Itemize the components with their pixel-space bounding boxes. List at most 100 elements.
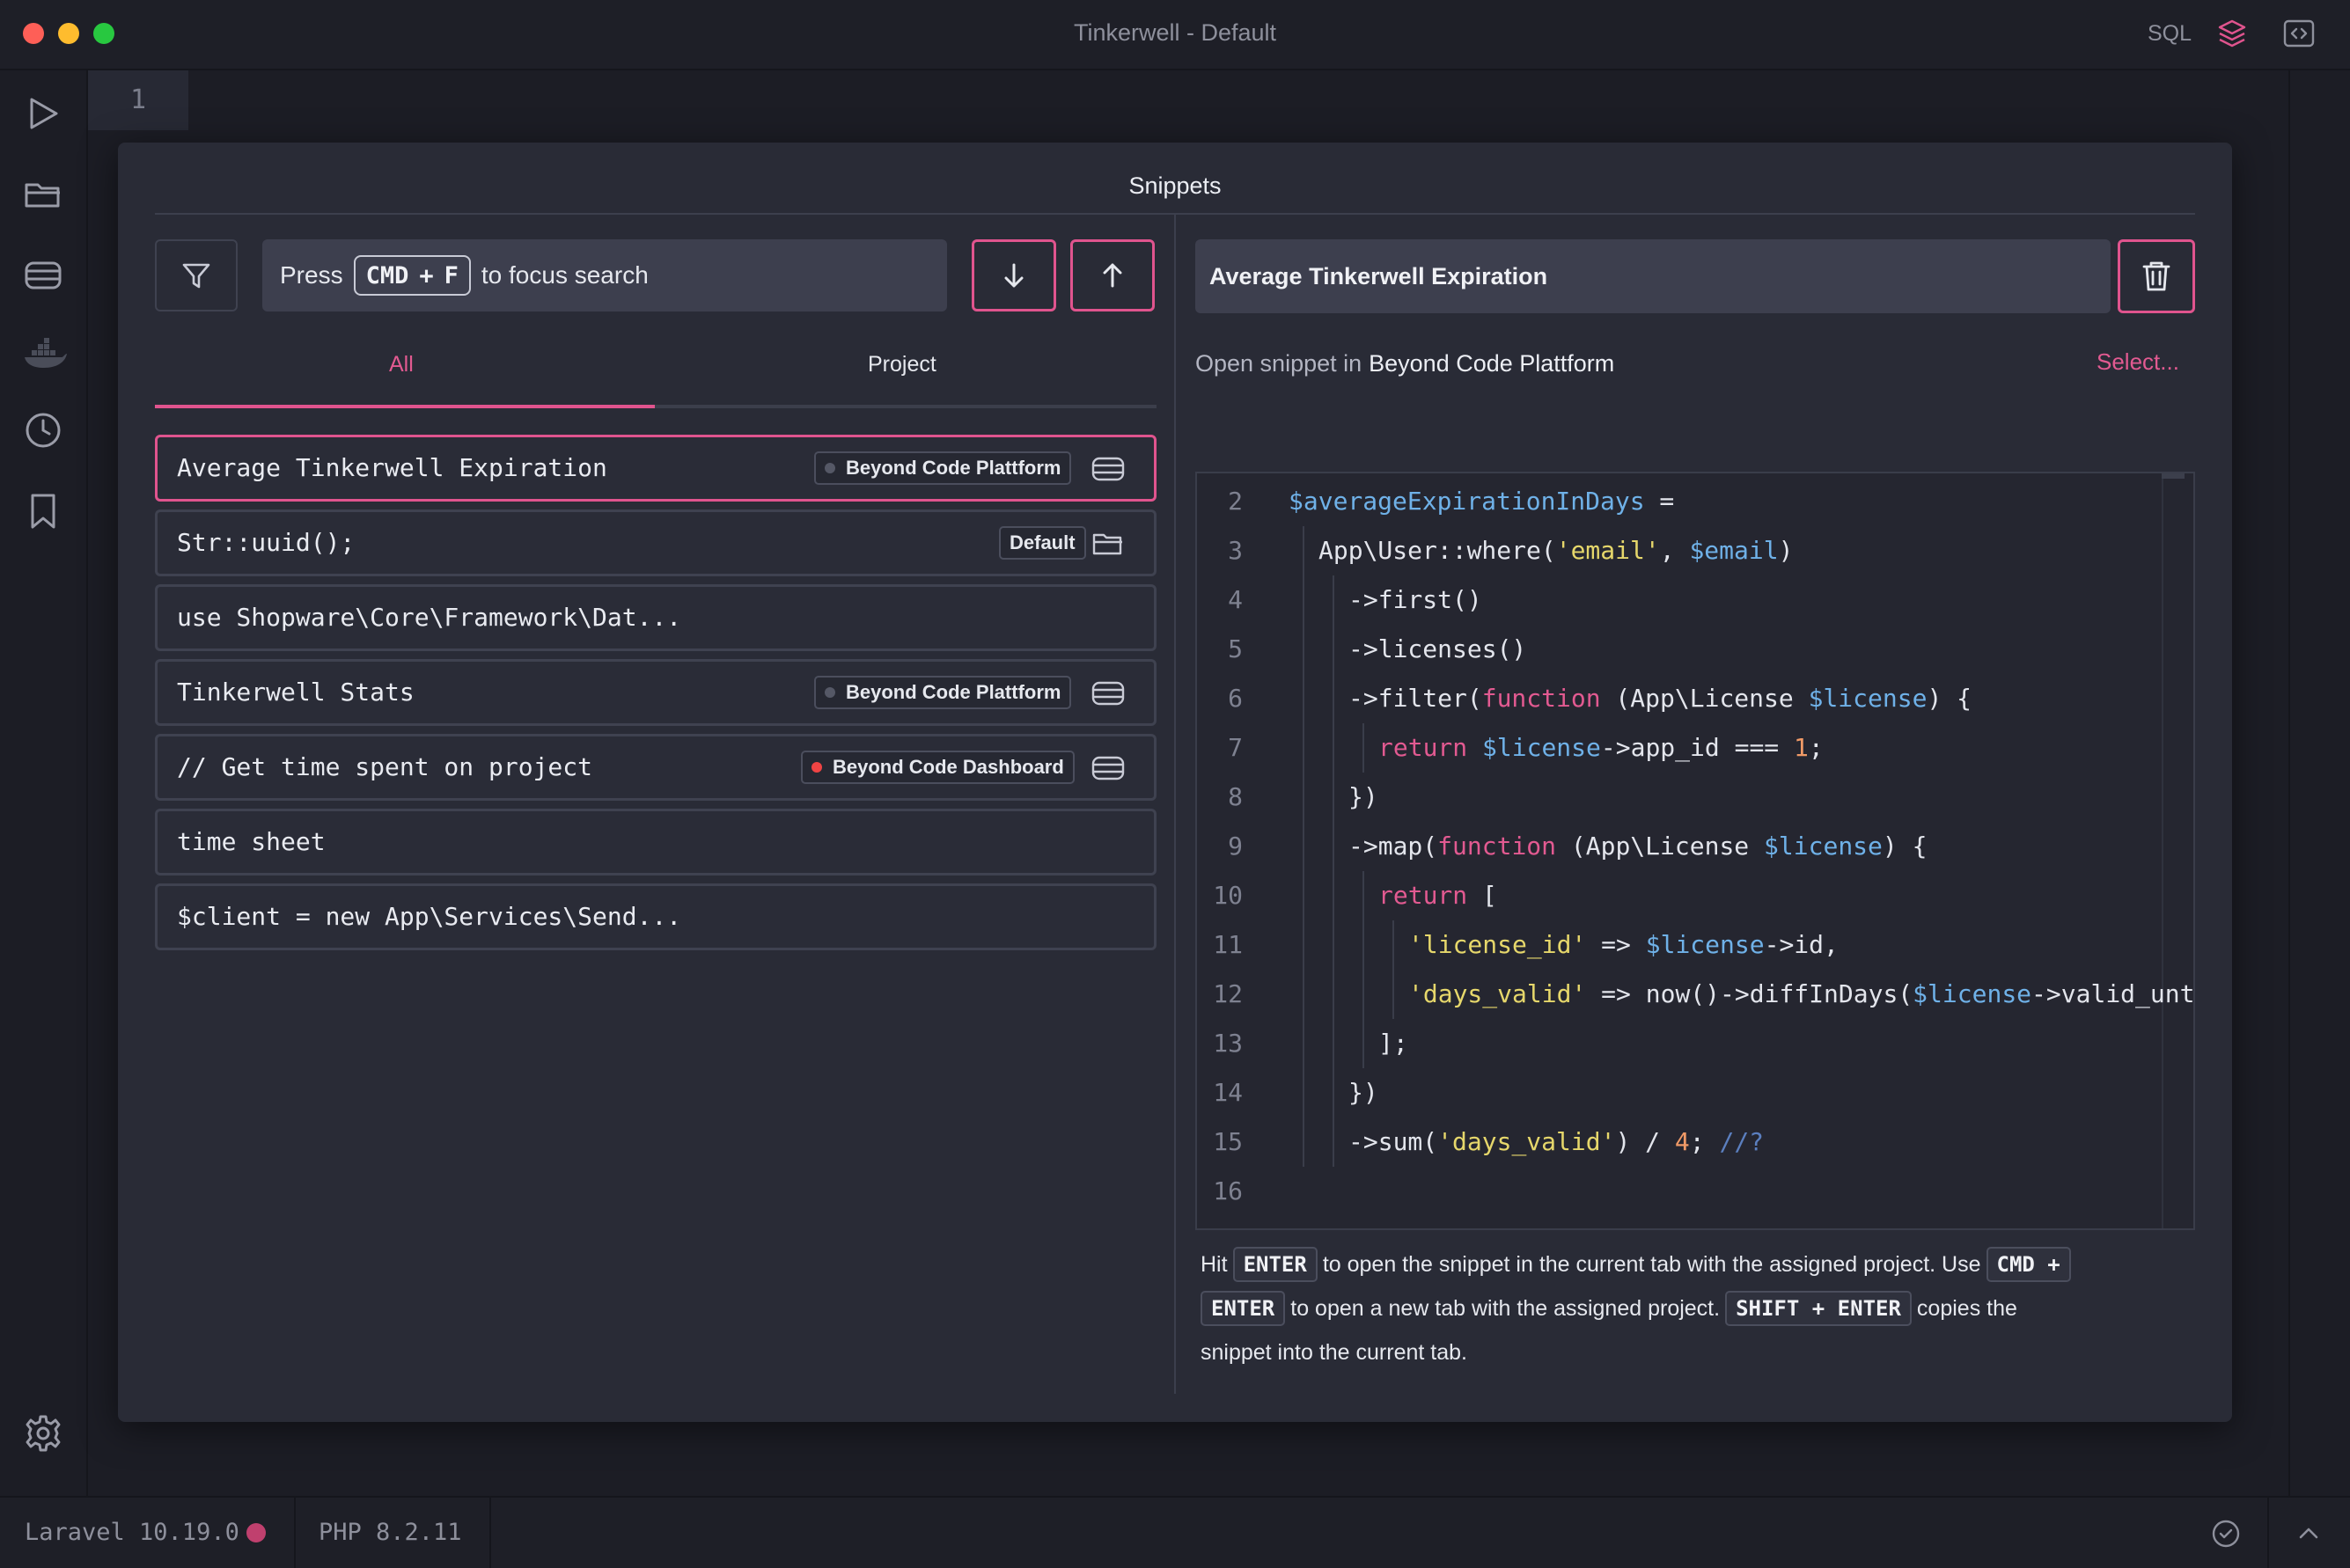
code-line[interactable]: 4 ->first() [1197, 575, 2165, 625]
indent-guide [1303, 970, 1304, 1019]
kbd-plus: + [419, 261, 434, 289]
code-view-icon[interactable] [2281, 16, 2317, 51]
code-line[interactable]: 5 ->licenses() [1197, 625, 2165, 674]
code-line[interactable]: 11 'license_id' => $license->id, [1197, 920, 2165, 970]
tab-all[interactable]: All [389, 352, 414, 377]
server-icon [1091, 676, 1126, 711]
code-line[interactable]: 3 App\User::where('email', $email) [1197, 526, 2165, 575]
filter-button[interactable] [155, 239, 238, 311]
code-token: //? [1719, 1127, 1765, 1156]
code-line[interactable]: 12 'days_valid' => now()->diffInDays($lic… [1197, 970, 2193, 1019]
code-token: (App\License [1556, 832, 1765, 861]
badge-label: Beyond Code Plattform [846, 457, 1061, 479]
code-line[interactable]: 14}) [1197, 1068, 2165, 1117]
code-token: App\User::where( [1318, 536, 1556, 565]
code-token: }) [1348, 782, 1378, 811]
code-token: (App\License [1600, 684, 1809, 713]
layers-icon[interactable] [2214, 16, 2250, 51]
snippet-item[interactable]: use Shopware\Core\Framework\Dat... [155, 584, 1157, 651]
snippet-label: // Get time spent on project [177, 752, 593, 781]
help-part4: snippet into the current tab. [1201, 1340, 1467, 1365]
code-line[interactable]: 9 ->map(function (App\License $license) { [1197, 822, 2165, 871]
code-token: ) / [1615, 1127, 1675, 1156]
tab-project[interactable]: Project [868, 352, 936, 377]
code-token: ) [1778, 536, 1794, 565]
code-line[interactable]: 2 $averageExpirationInDays = [1197, 477, 2165, 526]
code-editor[interactable]: 2 $averageExpirationInDays = 3 App\User::wh… [1195, 472, 2195, 1230]
play-icon[interactable] [23, 93, 63, 134]
snippet-label: $client = new App\Services\Send... [177, 902, 682, 931]
tab-active-indicator [155, 405, 655, 408]
move-down-button[interactable] [972, 239, 1056, 311]
snippet-item[interactable]: Str::uuid(); Default [155, 509, 1157, 576]
open-in-project: Beyond Code Plattform [1369, 350, 1615, 377]
pane-divider [1174, 215, 1176, 1394]
code-token: function [1481, 684, 1601, 713]
indent-guide [1333, 1019, 1334, 1068]
code-token: $email [1689, 536, 1779, 565]
snippet-label: Average Tinkerwell Expiration [177, 453, 607, 482]
snippet-item[interactable]: Tinkerwell Stats Beyond Code Plattform [155, 659, 1157, 726]
line-number: 12 [1213, 979, 1243, 1008]
project-badge: Beyond Code Dashboard [801, 751, 1075, 784]
laravel-version[interactable]: Laravel 10.19.0 [25, 1498, 239, 1568]
docker-icon[interactable] [23, 333, 67, 373]
code-line[interactable]: 15 ->sum('days_valid') / 4; //? [1197, 1117, 2165, 1167]
sql-toggle[interactable]: SQL [2148, 21, 2192, 47]
code-token: = [1644, 487, 1675, 516]
search-input[interactable]: Press CMD + F to focus search [262, 239, 947, 311]
snippet-item[interactable]: $client = new App\Services\Send... [155, 883, 1157, 950]
help-part2: to open a new tab with the assigned proj… [1290, 1296, 1721, 1321]
indent-guide [1362, 920, 1364, 970]
folder-icon [1091, 526, 1126, 561]
code-line[interactable]: 6 ->filter(function (App\License $license… [1197, 674, 2165, 723]
server-icon [1091, 451, 1126, 487]
snippet-item[interactable]: // Get time spent on project Beyond Code… [155, 734, 1157, 801]
php-version[interactable]: PHP 8.2.11 [319, 1498, 462, 1568]
snippet-label: use Shopware\Core\Framework\Dat... [177, 603, 682, 632]
check-circle-icon[interactable] [2211, 1519, 2241, 1549]
chevron-up-icon[interactable] [2294, 1519, 2324, 1549]
bookmark-icon[interactable] [23, 491, 63, 531]
code-line[interactable]: 13]; [1197, 1019, 2165, 1068]
snippet-title-input[interactable]: Average Tinkerwell Expiration [1195, 239, 2111, 313]
folder-icon[interactable] [23, 174, 63, 215]
indent-guide [1303, 1068, 1304, 1117]
badge-label: Beyond Code Dashboard [833, 756, 1064, 778]
line-number: 4 [1228, 585, 1243, 614]
code-token: $license [1913, 979, 2032, 1008]
clock-icon[interactable] [23, 410, 63, 451]
line-number: 10 [1213, 881, 1243, 910]
kbd-shift-enter: SHIFT + ENTER [1725, 1291, 1912, 1326]
code-token: ->sum( [1348, 1127, 1438, 1156]
info-icon[interactable] [246, 1523, 266, 1542]
code-line[interactable]: 8}) [1197, 773, 2165, 822]
indent-guide [1362, 1019, 1364, 1068]
line-number: 16 [1213, 1176, 1243, 1205]
indent-guide [1303, 674, 1304, 723]
indent-guide [1303, 575, 1304, 625]
open-in-text: Open snippet in [1195, 350, 1362, 377]
snippet-item[interactable]: Average Tinkerwell Expiration Beyond Cod… [155, 435, 1157, 502]
snippet-label: time sheet [177, 827, 326, 856]
code-token: ->map( [1348, 832, 1438, 861]
indent-guide [1333, 970, 1334, 1019]
indent-guide [1303, 1019, 1304, 1068]
kbd-enter: ENTER [1232, 1247, 1318, 1282]
code-line[interactable]: 10 return [ [1197, 871, 2165, 920]
select-project-link[interactable]: Select... [2097, 348, 2179, 376]
code-token: $license [1645, 930, 1765, 959]
snippet-item[interactable]: time sheet [155, 809, 1157, 876]
code-token: ->first() [1348, 585, 1482, 614]
indent-guide [1333, 625, 1334, 674]
move-up-button[interactable] [1070, 239, 1155, 311]
search-hint-press: Press [280, 261, 343, 289]
code-line[interactable]: 7 return $license->app_id === 1; [1197, 723, 2165, 773]
delete-snippet-button[interactable] [2118, 239, 2195, 313]
code-token: $license [1482, 733, 1601, 762]
server-icon[interactable] [23, 255, 63, 296]
badge-dot [825, 463, 835, 473]
gear-icon[interactable] [23, 1413, 63, 1454]
code-line[interactable]: 16 [1197, 1167, 2165, 1216]
code-token: 'days_valid' [1408, 979, 1587, 1008]
